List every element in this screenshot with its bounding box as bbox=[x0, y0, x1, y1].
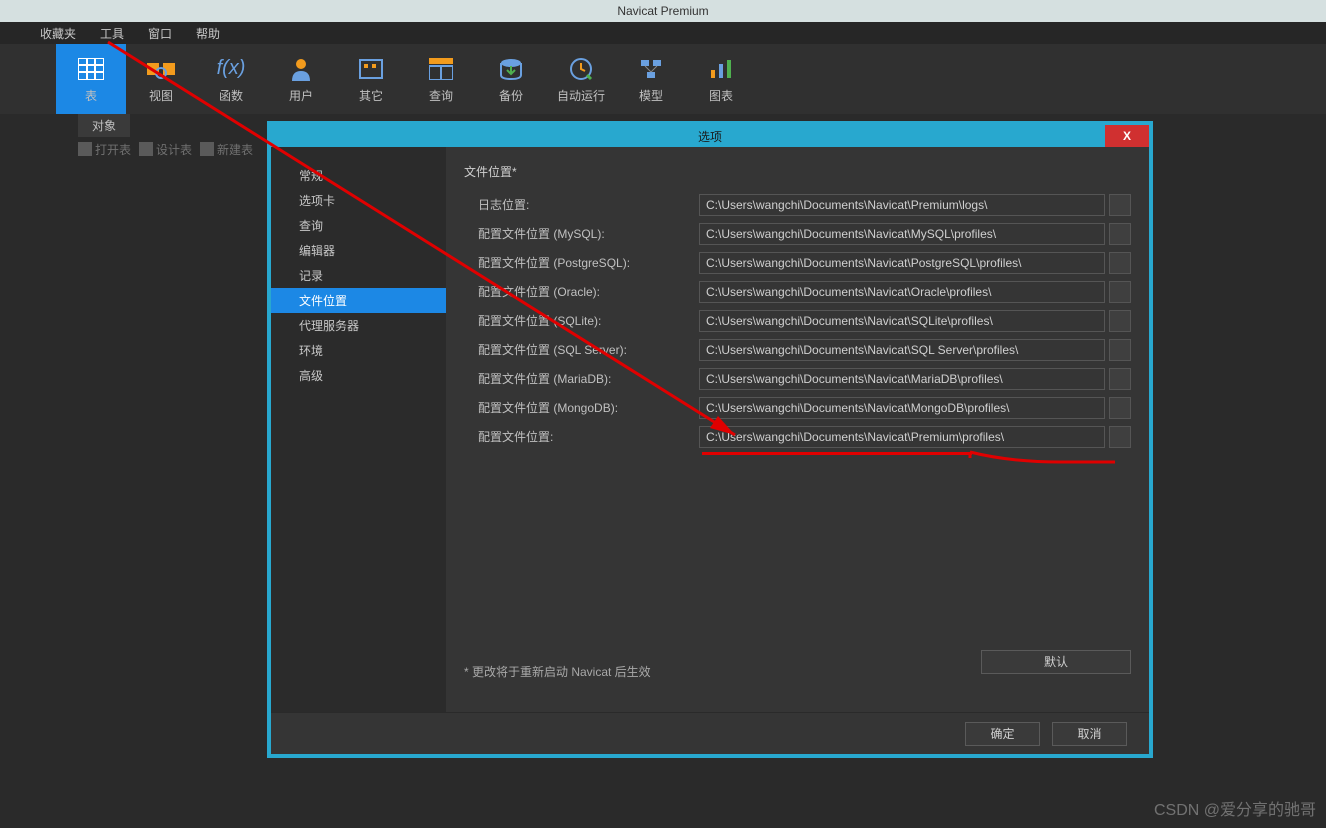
browse-button[interactable] bbox=[1109, 339, 1131, 361]
dialog-title-bar[interactable]: 选项 X bbox=[271, 125, 1149, 147]
sidebar-item-proxy[interactable]: 代理服务器 bbox=[271, 313, 446, 338]
main-toolbar: 表 视图 f(x) 函数 用户 其它 查询 备份 自动运行 模型 图表 bbox=[0, 44, 1326, 114]
label-mongodb-profile: 配置文件位置 (MongoDB): bbox=[464, 399, 699, 416]
input-sqlite-profile[interactable] bbox=[699, 310, 1105, 332]
sidebar-item-query[interactable]: 查询 bbox=[271, 213, 446, 238]
sidebar-item-file-location[interactable]: 文件位置 bbox=[271, 288, 446, 313]
open-table-button[interactable]: 打开表 bbox=[78, 141, 131, 158]
toolbar-user[interactable]: 用户 bbox=[266, 44, 336, 114]
browse-button[interactable] bbox=[1109, 310, 1131, 332]
label-mariadb-profile: 配置文件位置 (MariaDB): bbox=[464, 370, 699, 387]
label-sqlite-profile: 配置文件位置 (SQLite): bbox=[464, 312, 699, 329]
sidebar-item-general[interactable]: 常规 bbox=[271, 163, 446, 188]
toolbar-view[interactable]: 视图 bbox=[126, 44, 196, 114]
table-icon bbox=[77, 55, 105, 83]
view-icon bbox=[147, 55, 175, 83]
toolbar-query[interactable]: 查询 bbox=[406, 44, 476, 114]
toolbar-backup[interactable]: 备份 bbox=[476, 44, 546, 114]
close-button[interactable]: X bbox=[1105, 125, 1149, 147]
input-premium-profile[interactable] bbox=[699, 426, 1105, 448]
function-icon: f(x) bbox=[217, 55, 245, 83]
default-button[interactable]: 默认 bbox=[981, 650, 1131, 674]
app-title-bar: Navicat Premium bbox=[0, 0, 1326, 22]
toolbar-function[interactable]: f(x) 函数 bbox=[196, 44, 266, 114]
options-sidebar: 常规 选项卡 查询 编辑器 记录 文件位置 代理服务器 环境 高级 bbox=[271, 147, 446, 712]
other-icon bbox=[357, 55, 385, 83]
browse-button[interactable] bbox=[1109, 252, 1131, 274]
annotation-underline bbox=[702, 452, 972, 455]
design-table-button[interactable]: 设计表 bbox=[139, 141, 192, 158]
label-premium-profile: 配置文件位置: bbox=[464, 428, 699, 445]
new-table-button[interactable]: 新建表 bbox=[200, 141, 253, 158]
dialog-title: 选项 bbox=[698, 128, 722, 145]
browse-button[interactable] bbox=[1109, 397, 1131, 419]
browse-button[interactable] bbox=[1109, 194, 1131, 216]
toolbar-table[interactable]: 表 bbox=[56, 44, 126, 114]
menu-item-window[interactable]: 窗口 bbox=[136, 25, 184, 42]
label-log-location: 日志位置: bbox=[464, 196, 699, 213]
toolbar-model[interactable]: 模型 bbox=[616, 44, 686, 114]
menu-bar: 收藏夹 工具 窗口 帮助 bbox=[0, 22, 1326, 44]
label-oracle-profile: 配置文件位置 (Oracle): bbox=[464, 283, 699, 300]
input-mongodb-profile[interactable] bbox=[699, 397, 1105, 419]
tab-objects[interactable]: 对象 bbox=[78, 114, 130, 137]
menu-item-help[interactable]: 帮助 bbox=[184, 25, 232, 42]
menu-item-tools[interactable]: 工具 bbox=[88, 25, 136, 42]
cancel-button[interactable]: 取消 bbox=[1052, 722, 1127, 746]
input-log-location[interactable] bbox=[699, 194, 1105, 216]
open-table-icon bbox=[78, 142, 92, 156]
dialog-footer: 确定 取消 bbox=[271, 712, 1149, 754]
label-mysql-profile: 配置文件位置 (MySQL): bbox=[464, 225, 699, 242]
chart-icon bbox=[707, 55, 735, 83]
input-mysql-profile[interactable] bbox=[699, 223, 1105, 245]
toolbar-other[interactable]: 其它 bbox=[336, 44, 406, 114]
section-title: 文件位置* bbox=[464, 163, 1131, 180]
sidebar-item-records[interactable]: 记录 bbox=[271, 263, 446, 288]
design-table-icon bbox=[139, 142, 153, 156]
input-mariadb-profile[interactable] bbox=[699, 368, 1105, 390]
automation-icon bbox=[567, 55, 595, 83]
sidebar-item-editor[interactable]: 编辑器 bbox=[271, 238, 446, 263]
query-icon bbox=[427, 55, 455, 83]
ok-button[interactable]: 确定 bbox=[965, 722, 1040, 746]
user-icon bbox=[287, 55, 315, 83]
input-postgresql-profile[interactable] bbox=[699, 252, 1105, 274]
new-table-icon bbox=[200, 142, 214, 156]
label-sqlserver-profile: 配置文件位置 (SQL Server): bbox=[464, 341, 699, 358]
model-icon bbox=[637, 55, 665, 83]
sidebar-item-tabs[interactable]: 选项卡 bbox=[271, 188, 446, 213]
label-postgresql-profile: 配置文件位置 (PostgreSQL): bbox=[464, 254, 699, 271]
browse-button[interactable] bbox=[1109, 426, 1131, 448]
input-oracle-profile[interactable] bbox=[699, 281, 1105, 303]
sidebar-item-advanced[interactable]: 高级 bbox=[271, 363, 446, 388]
watermark: CSDN @爱分享的驰哥 bbox=[1154, 796, 1316, 820]
options-content: 文件位置* 日志位置: 配置文件位置 (MySQL): 配置文件位置 (Post… bbox=[446, 147, 1149, 712]
backup-icon bbox=[497, 55, 525, 83]
input-sqlserver-profile[interactable] bbox=[699, 339, 1105, 361]
restart-note: * 更改将于重新启动 Navicat 后生效 bbox=[464, 643, 651, 680]
toolbar-chart[interactable]: 图表 bbox=[686, 44, 756, 114]
browse-button[interactable] bbox=[1109, 281, 1131, 303]
options-dialog: 选项 X 常规 选项卡 查询 编辑器 记录 文件位置 代理服务器 环境 高级 文… bbox=[267, 121, 1153, 758]
browse-button[interactable] bbox=[1109, 368, 1131, 390]
menu-item-favorites[interactable]: 收藏夹 bbox=[28, 25, 88, 42]
toolbar-automation[interactable]: 自动运行 bbox=[546, 44, 616, 114]
browse-button[interactable] bbox=[1109, 223, 1131, 245]
sidebar-item-environment[interactable]: 环境 bbox=[271, 338, 446, 363]
